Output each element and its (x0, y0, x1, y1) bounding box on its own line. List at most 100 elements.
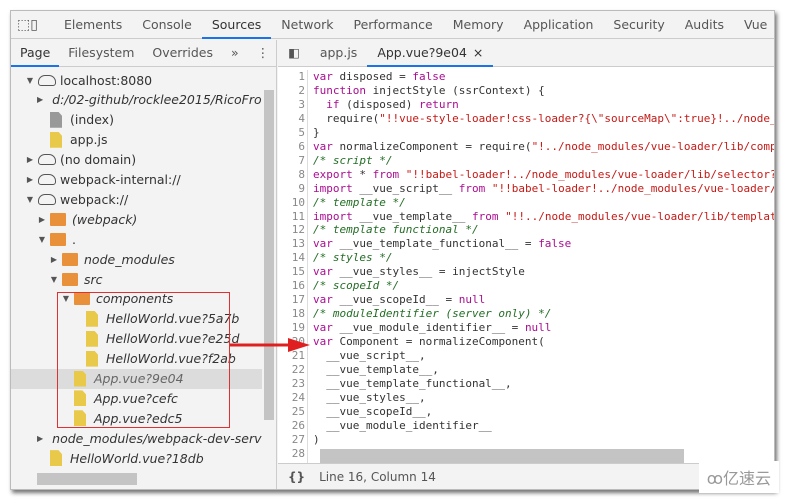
watermark-logo: ꝏ亿速云 (698, 461, 779, 493)
subtab-overrides[interactable]: Overrides (143, 40, 222, 67)
tab-audits[interactable]: Audits (675, 11, 734, 39)
code-line: 17 var __vue_scopeId__ = null (278, 293, 774, 307)
code-line: 24 __vue_styles__, (278, 391, 774, 405)
editor-panel: ◧ app.js App.vue?9e04 × 1 var disposed = fa… (278, 40, 774, 489)
tree-horizontal-scrollbar[interactable] (11, 469, 276, 489)
tab-network[interactable]: Network (271, 11, 343, 39)
close-icon[interactable]: × (473, 45, 483, 60)
line-number: 11 (291, 209, 305, 223)
line-number: 5 (298, 125, 305, 139)
code-line: 3 if (disposed) return (278, 98, 774, 112)
line-number: 26 (291, 418, 305, 432)
tree-item[interactable]: ▶ webpack-internal:// (11, 170, 262, 190)
tab-security[interactable]: Security (603, 11, 674, 39)
folder-icon (62, 272, 78, 286)
cloud-icon (38, 74, 56, 86)
tree-item[interactable]: HelloWorld.vue?18db (11, 448, 262, 468)
navigator-menu-button[interactable]: ⋮ (248, 40, 279, 67)
subtab-filesystem[interactable]: Filesystem (59, 40, 143, 67)
code-line: 23 __vue_template_functional__, (278, 377, 774, 391)
line-number: 2 (298, 83, 305, 97)
tab-elements[interactable]: Elements (54, 11, 132, 39)
more-tabs-button[interactable]: » (222, 40, 248, 67)
code-line: 4 require("!!vue-style-loader!css-loader… (278, 112, 774, 126)
tab-console[interactable]: Console (132, 11, 202, 39)
tab-application[interactable]: Application (514, 11, 604, 39)
code-editor[interactable]: 1 var disposed = false 2 function injectSty… (278, 70, 774, 463)
tree-item[interactable]: app.js (11, 130, 262, 150)
editor-horizontal-scrollbar[interactable] (320, 449, 684, 463)
tree-item[interactable]: ▼. (11, 229, 262, 249)
collapsed-triangle-icon[interactable]: ▶ (37, 434, 43, 443)
code-line: 1 var disposed = false (278, 70, 774, 84)
file-icon (50, 111, 62, 128)
tree-item[interactable]: ▼ src (11, 269, 262, 289)
device-toolbar-icon[interactable]: ▯ (30, 11, 38, 39)
code-line: 8 export * from "!!babel-loader!../node_m… (278, 168, 774, 182)
expanded-triangle-icon[interactable]: ▼ (25, 76, 35, 85)
cloud-icon (38, 174, 56, 185)
tree-item[interactable]: (index) (11, 110, 262, 130)
tree-item[interactable]: ▼ localhost:8080 (11, 70, 262, 90)
tree-item-label: HelloWorld.vue?18db (70, 450, 204, 466)
line-number: 16 (291, 279, 305, 293)
pretty-print-button[interactable]: {} (288, 470, 305, 484)
file-tab-label: app.js (319, 44, 358, 60)
tab-sources[interactable]: Sources (201, 11, 272, 39)
line-number: 22 (291, 362, 305, 376)
code-line: 7/* script */ (278, 154, 774, 168)
tree-item-label: (index) (70, 112, 114, 128)
tree-item[interactable]: ▶ node_modules (11, 249, 262, 269)
tree-item[interactable]: ▶ d:/02-github/rocklee2015/RicoFronti (11, 90, 276, 110)
file-icon (50, 131, 62, 148)
code-line: 11 import __vue_template__ from "!!../nod… (278, 210, 774, 224)
file-tab[interactable]: App.vue?9e04 × (367, 40, 494, 67)
line-number: 8 (298, 167, 305, 181)
expanded-triangle-icon[interactable]: ▼ (37, 235, 47, 244)
line-number: 3 (298, 97, 305, 111)
line-number: 9 (298, 181, 305, 195)
tree-item-label: (webpack) (72, 211, 138, 227)
line-number: 12 (291, 223, 305, 237)
tree-item-label: d:/02-github/rocklee2015/RicoFronti (52, 92, 276, 108)
code-line: 6 var normalizeComponent = require("!../n… (278, 140, 774, 154)
toggle-navigator-icon[interactable]: ◧ (278, 40, 310, 67)
tree-item[interactable]: ▶ (webpack) (11, 209, 262, 229)
highlight-box (57, 292, 230, 428)
tree-vertical-scrollbar[interactable] (262, 70, 276, 469)
collapsed-triangle-icon[interactable]: ▶ (37, 95, 43, 104)
folder-icon (50, 232, 66, 246)
collapsed-triangle-icon[interactable]: ▶ (25, 155, 35, 164)
line-number: 25 (291, 404, 305, 418)
tree-item-label: src (84, 271, 103, 287)
line-number: 10 (291, 195, 305, 209)
tree-item-label: node_modules/webpack-dev-server/( (52, 430, 276, 446)
folder-icon (62, 252, 78, 266)
line-number: 19 (291, 321, 305, 335)
tab-memory[interactable]: Memory (443, 11, 514, 39)
collapsed-triangle-icon[interactable]: ▶ (49, 255, 59, 264)
code-line: 10/* template */ (278, 196, 774, 210)
file-tab[interactable]: app.js (310, 40, 368, 67)
line-number: 18 (291, 307, 305, 321)
expanded-triangle-icon[interactable]: ▼ (49, 275, 59, 284)
tree-item[interactable]: ▶ (no domain) (11, 150, 262, 170)
annotation-arrow-icon (230, 338, 310, 352)
line-number: 14 (291, 251, 305, 265)
line-number: 4 (298, 111, 305, 125)
tree-item[interactable]: ▶ node_modules/webpack-dev-server/( (11, 428, 276, 448)
line-number: 24 (291, 390, 305, 404)
code-line: 21 __vue_script__, (278, 349, 774, 363)
tree-item-label: node_modules (84, 251, 175, 267)
tree-item-label: webpack:// (60, 191, 129, 207)
subtab-page[interactable]: Page (11, 40, 60, 67)
line-number: 13 (291, 237, 305, 251)
tree-item[interactable]: ▼ webpack:// (11, 189, 262, 209)
expanded-triangle-icon[interactable]: ▼ (25, 195, 35, 204)
collapsed-triangle-icon[interactable]: ▶ (25, 175, 35, 184)
tab-vue[interactable]: Vue (734, 11, 774, 39)
tab-performance[interactable]: Performance (344, 11, 443, 39)
tree-item-label: (no domain) (60, 152, 137, 168)
inspect-element-icon[interactable]: ⬚ (17, 11, 30, 39)
collapsed-triangle-icon[interactable]: ▶ (37, 215, 47, 224)
